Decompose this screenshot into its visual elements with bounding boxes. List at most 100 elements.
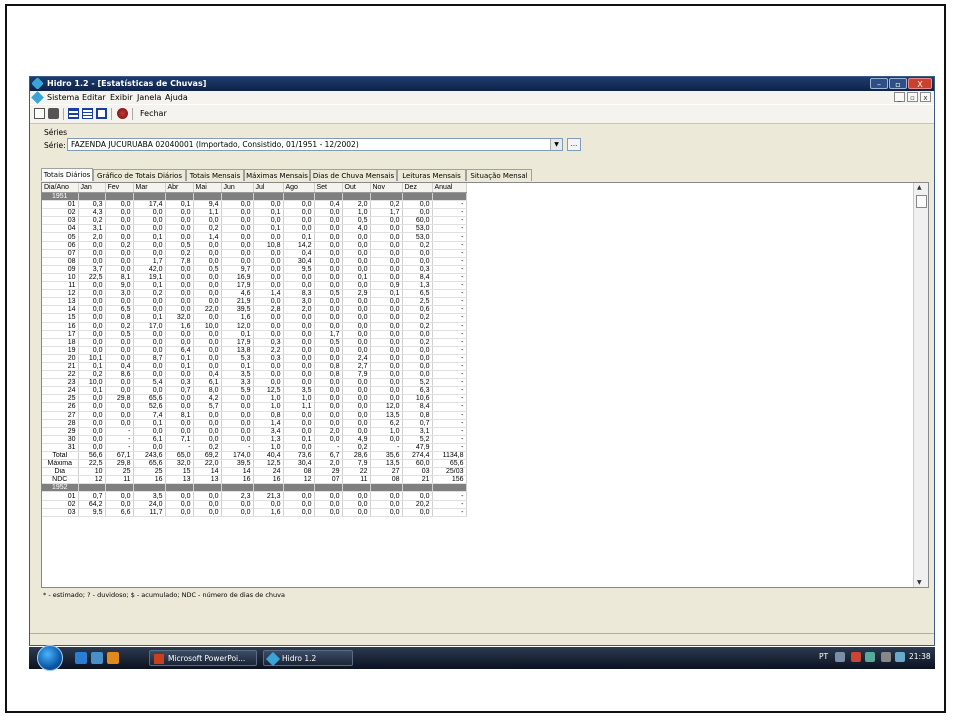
table-cell[interactable]: 1,0 <box>283 394 315 404</box>
table-cell[interactable]: - <box>432 419 467 428</box>
table-cell[interactable]: - <box>370 443 403 453</box>
table-cell[interactable]: 0,5 <box>165 241 194 250</box>
table-cell[interactable]: 0,4 <box>283 249 315 258</box>
table-cell[interactable]: - <box>432 289 467 299</box>
table-cell[interactable]: - <box>432 273 467 283</box>
table-cell[interactable]: 1,4 <box>253 289 284 299</box>
table-cell[interactable]: - <box>432 427 467 436</box>
table-cell[interactable]: 0,0 <box>165 508 194 517</box>
table-cell[interactable]: 0,0 <box>370 435 403 444</box>
table-cell[interactable]: 0,2 <box>133 289 166 299</box>
table-cell[interactable]: 4,9 <box>342 435 371 444</box>
table-cell[interactable]: 0,0 <box>370 216 403 226</box>
table-cell[interactable]: 0,0 <box>402 249 433 258</box>
table-cell[interactable]: 0,0 <box>283 354 315 363</box>
table-cell[interactable]: 0,0 <box>283 281 315 291</box>
chart-icon[interactable] <box>117 108 128 119</box>
table-cell[interactable]: 243,6 <box>133 451 166 461</box>
tab-situacao-mensal[interactable]: Situação Mensal <box>466 169 532 181</box>
row-label[interactable]: NDC <box>42 475 79 485</box>
table-cell[interactable]: 8,4 <box>402 273 433 283</box>
table-cell[interactable]: 53,0 <box>402 224 433 234</box>
table-cell[interactable]: 0,0 <box>78 297 106 307</box>
table-cell[interactable]: 0,7 <box>78 491 106 501</box>
table-cell[interactable]: 12,0 <box>370 402 403 412</box>
table-cell[interactable]: 22,0 <box>193 305 222 315</box>
table-cell[interactable]: 28,6 <box>342 451 371 461</box>
table-cell[interactable]: 0,0 <box>133 338 166 347</box>
table-cell[interactable]: 0,1 <box>133 419 166 428</box>
table-cell[interactable]: 0,0 <box>221 411 254 420</box>
table-cell[interactable]: 08 <box>370 475 403 485</box>
table-cell[interactable]: - <box>432 200 467 210</box>
table-cell[interactable]: 0,0 <box>283 491 315 501</box>
table-cell[interactable]: 0,0 <box>370 378 403 388</box>
table-cell[interactable]: 5,9 <box>221 386 254 396</box>
table-cell[interactable]: 0,0 <box>314 249 343 258</box>
table-cell[interactable]: 0,4 <box>105 362 134 372</box>
table-cell[interactable]: 29 <box>314 467 343 477</box>
table-cell[interactable]: 2,5 <box>402 297 433 307</box>
table-cell[interactable]: 0,0 <box>314 322 343 331</box>
table-cell[interactable]: 13,5 <box>370 459 403 469</box>
row-label[interactable]: 27 <box>42 411 79 420</box>
table-cell[interactable]: - <box>432 265 467 274</box>
table-cell[interactable]: 12,5 <box>253 459 284 469</box>
network-icon[interactable] <box>865 652 875 662</box>
table-cell[interactable]: 67,1 <box>105 451 134 461</box>
table-cell[interactable]: 0,0 <box>314 435 343 444</box>
row-label[interactable]: 03 <box>42 508 79 517</box>
table-cell[interactable]: 0,0 <box>133 216 166 226</box>
table-cell[interactable]: 0,0 <box>221 216 254 226</box>
table-cell[interactable]: 1,3 <box>253 435 284 444</box>
table-cell[interactable]: 42,0 <box>133 265 166 274</box>
table-cell[interactable]: 0,0 <box>165 289 194 299</box>
table-cell[interactable]: 4,6 <box>221 289 254 299</box>
table-cell[interactable]: 0,0 <box>78 419 106 428</box>
row-label[interactable]: Total <box>42 451 79 461</box>
table-cell[interactable]: 156 <box>432 475 467 485</box>
table-cell[interactable]: 0,0 <box>193 500 222 509</box>
row-label[interactable]: Máxima <box>42 459 79 469</box>
system-menu-icon[interactable] <box>31 91 44 104</box>
table-cell[interactable]: 0,0 <box>105 216 134 226</box>
table-cell[interactable]: - <box>432 491 467 501</box>
table-cell[interactable]: 65,0 <box>165 451 194 461</box>
table-cell[interactable]: 0,0 <box>370 370 403 380</box>
table-cell[interactable]: 7,8 <box>165 257 194 266</box>
table-cell[interactable]: 0,0 <box>193 354 222 363</box>
row-label[interactable]: 28 <box>42 419 79 428</box>
table-cell[interactable]: - <box>432 330 467 339</box>
table-cell[interactable]: 0,0 <box>193 427 222 436</box>
tab-totais-diarios[interactable]: Totais Diários <box>41 168 93 181</box>
table-cell[interactable]: 0,2 <box>402 322 433 331</box>
row-label[interactable]: 10 <box>42 273 79 283</box>
media-player-icon[interactable] <box>107 652 119 664</box>
table-cell[interactable]: 0,0 <box>253 273 284 283</box>
table-cell[interactable]: 0,0 <box>402 354 433 363</box>
table-cell[interactable]: 0,0 <box>78 281 106 291</box>
table-cell[interactable]: 0,0 <box>78 241 106 250</box>
row-label[interactable]: 21 <box>42 362 79 372</box>
table-cell[interactable]: 0,0 <box>370 305 403 315</box>
table-cell[interactable]: - <box>432 500 467 509</box>
table-cell[interactable]: 1,0 <box>370 427 403 436</box>
table-cell[interactable]: - <box>432 257 467 266</box>
column-header[interactable]: Jan <box>78 183 106 193</box>
table-cell[interactable]: 10,8 <box>253 241 284 250</box>
table-cell[interactable]: 0,0 <box>78 257 106 266</box>
preview-icon[interactable] <box>34 108 45 119</box>
table-cell[interactable]: 0,0 <box>314 224 343 234</box>
table-cell[interactable]: 0,0 <box>342 386 371 396</box>
table-cell[interactable]: 0,0 <box>314 500 343 509</box>
table-cell[interactable]: 11 <box>105 475 134 485</box>
table-cell[interactable]: 0,0 <box>314 394 343 404</box>
table-cell[interactable]: - <box>314 443 343 453</box>
table-cell[interactable]: 0,0 <box>221 508 254 517</box>
table-cell[interactable]: 0,0 <box>253 500 284 509</box>
table-cell[interactable]: 69,2 <box>193 451 222 461</box>
table-cell[interactable]: 0,0 <box>193 338 222 347</box>
table-cell[interactable]: 60,0 <box>402 459 433 469</box>
row-label[interactable]: 30 <box>42 435 79 444</box>
table-cell[interactable]: 0,0 <box>314 241 343 250</box>
